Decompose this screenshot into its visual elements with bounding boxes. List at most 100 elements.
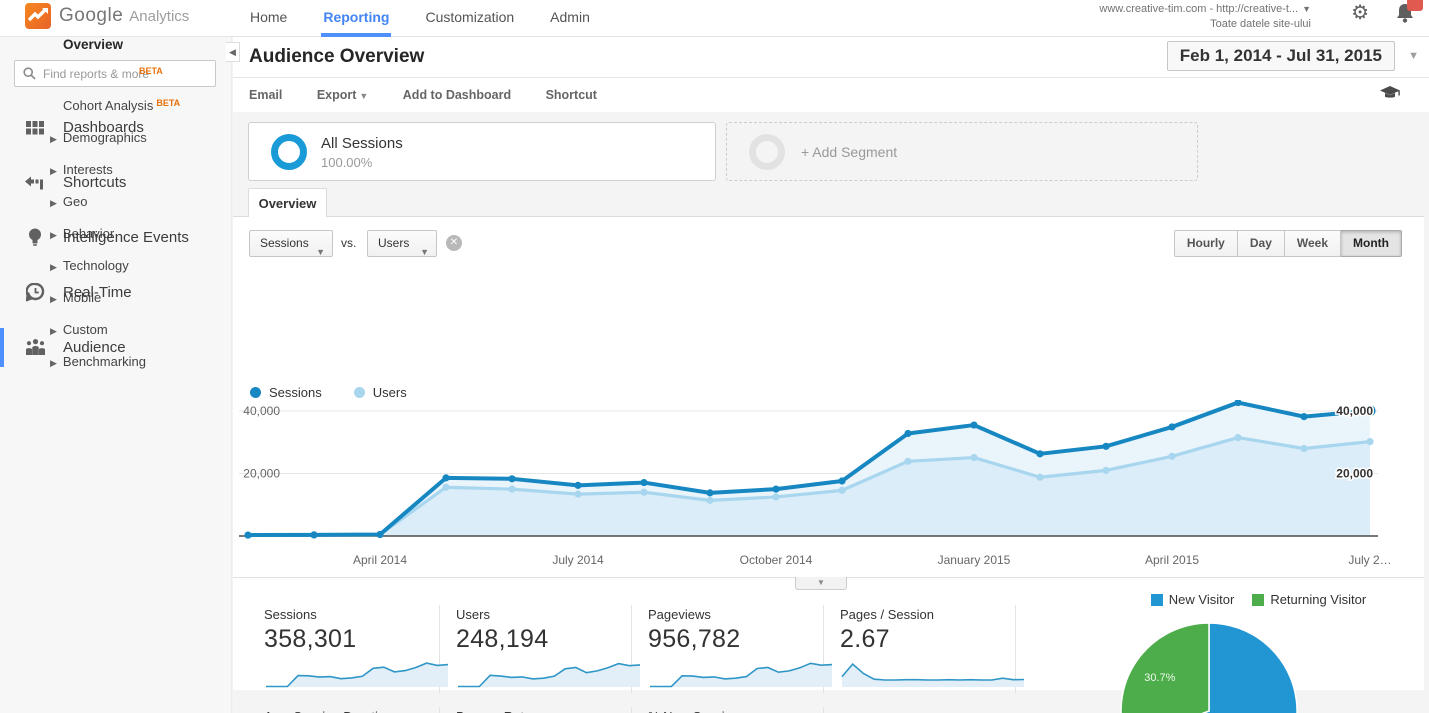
sidebar-item-audience[interactable]: Audience	[0, 320, 232, 375]
shortcut-button[interactable]: Shortcut	[546, 78, 597, 112]
search-icon	[23, 67, 36, 80]
audience-icon	[24, 339, 46, 356]
metric-value: 358,301	[264, 625, 357, 653]
metric-value: 956,782	[648, 625, 741, 653]
granularity-button-hourly[interactable]: Hourly	[1173, 230, 1238, 257]
svg-text:20,000: 20,000	[243, 467, 280, 481]
svg-text:20,000: 20,000	[1336, 467, 1373, 481]
chart-legend: Sessions Users	[250, 385, 439, 400]
metric-label: % New Sessions	[648, 709, 823, 713]
chevron-down-icon: ▼	[316, 247, 325, 257]
primary-nav-tabs: Home Reporting Customization Admin	[248, 0, 624, 37]
dashboards-icon	[24, 119, 46, 137]
sidebar-item-label: Audience	[63, 339, 126, 356]
segment-donut-icon	[271, 134, 307, 170]
beta-badge: BETA	[156, 98, 181, 108]
export-button[interactable]: Export ▼	[317, 78, 369, 113]
nav-tab-home[interactable]: Home	[248, 0, 289, 37]
x-axis-label: January 2015	[937, 553, 1011, 567]
account-property: www.creative-tim.com - http://creative-t…	[1099, 3, 1299, 15]
svg-text:40,000: 40,000	[1336, 404, 1373, 418]
report-action-bar: Email Export ▼ Add to Dashboard Shortcut	[233, 78, 1429, 112]
svg-text:30.7%: 30.7%	[1144, 672, 1175, 684]
sidebar-item-label: Dashboards	[63, 119, 144, 136]
sidebar-item-label: Shortcuts	[63, 174, 127, 191]
granularity-button-week[interactable]: Week	[1284, 230, 1342, 257]
visitor-type-pie-chart[interactable]: 69.3%30.7%	[1118, 620, 1300, 713]
nav-tab-admin[interactable]: Admin	[548, 0, 592, 37]
report-search[interactable]	[14, 60, 216, 87]
shortcuts-icon	[24, 176, 46, 190]
metric-label: Users	[456, 607, 490, 622]
google-analytics-app: Google Analytics Home Reporting Customizat…	[0, 0, 1429, 713]
metric-card-avg-session-duration[interactable]: Avg. Session Duration00:02:20	[248, 707, 440, 713]
brand-text: Google	[59, 5, 124, 26]
sidebar-item-real-time[interactable]: Real-Time	[0, 265, 232, 320]
x-axis-label: April 2014	[352, 553, 408, 567]
metric-card-pages-session[interactable]: Pages / Session 2.67	[824, 605, 1025, 693]
tutorial-graduation-cap-icon[interactable]	[1379, 85, 1401, 106]
sidebar-item-intelligence-events[interactable]: Intelligence Events	[0, 210, 232, 265]
sidebar-item-dashboards[interactable]: Dashboards	[0, 100, 232, 155]
metric-sparkline	[458, 662, 641, 688]
metric-sparkline	[841, 662, 1025, 687]
legend-swatch-icon	[1252, 593, 1265, 606]
date-range-selector[interactable]: Feb 1, 2014 - Jul 31, 2015	[1166, 41, 1395, 71]
sidebar-collapse-button[interactable]: ◀	[226, 42, 240, 62]
notifications-bell-icon[interactable]	[1395, 0, 1423, 29]
segment-title: All Sessions	[321, 135, 403, 152]
realtime-icon	[24, 283, 46, 302]
pie-legend-item-new-visitor: New Visitor	[1150, 592, 1234, 607]
nav-tab-customization[interactable]: Customization	[423, 0, 516, 37]
sessions-users-chart[interactable]: 20,000 20,000 40,000 40,000	[233, 398, 1409, 552]
x-axis-label: July 2014	[552, 553, 604, 567]
granularity-button-day[interactable]: Day	[1237, 230, 1285, 257]
search-input[interactable]	[43, 66, 203, 81]
tab-overview[interactable]: Overview	[248, 188, 327, 217]
secondary-metric-select[interactable]: Users ▼	[367, 230, 437, 257]
metric-card--new-sessions[interactable]: % New Sessions69.27%	[632, 707, 824, 713]
notification-badge	[1407, 0, 1423, 11]
chart-collapse-handle[interactable]: ▼	[795, 577, 847, 590]
granularity-button-group: Hourly Day Week Month	[1173, 230, 1402, 257]
chart-x-axis: April 2014 July 2014 October 2014 January 2…	[233, 553, 1409, 569]
metric-card-users[interactable]: Users 248,194	[440, 605, 641, 693]
add-segment-donut-icon	[749, 134, 785, 170]
nav-tab-reporting[interactable]: Reporting	[321, 0, 392, 37]
metric-label: Pageviews	[648, 607, 711, 622]
metric-sparkline	[266, 662, 449, 688]
segment-percent: 100.00%	[321, 155, 373, 170]
report-header: Audience Overview Feb 1, 2014 - Jul 31, …	[233, 37, 1429, 78]
add-segment-button[interactable]: + Add Segment	[726, 122, 1198, 181]
primary-metric-select[interactable]: Sessions ▼	[249, 230, 333, 257]
email-button[interactable]: Email	[249, 78, 282, 112]
chevron-down-icon: ▼	[1302, 4, 1311, 14]
legend-item-users: Users	[353, 385, 407, 400]
x-axis-label: October 2014	[739, 553, 813, 567]
metric-sparkline	[650, 662, 833, 688]
product-text: Analytics	[129, 7, 190, 25]
account-view: Toate datele site-ului	[1210, 18, 1311, 30]
gear-icon[interactable]: ⚙	[1351, 0, 1369, 25]
metric-card-sessions[interactable]: Sessions 358,301	[248, 605, 449, 693]
sidebar-item-shortcuts[interactable]: Shortcuts	[0, 155, 232, 210]
metric-card-pageviews[interactable]: Pageviews 956,782	[632, 605, 833, 693]
add-to-dashboard-button[interactable]: Add to Dashboard	[403, 78, 511, 112]
legend-item-sessions: Sessions	[250, 385, 322, 400]
google-analytics-logo[interactable]: Google Analytics	[25, 3, 189, 29]
granularity-button-month[interactable]: Month	[1341, 230, 1402, 257]
date-range-caret-icon[interactable]: ▼	[1408, 50, 1419, 62]
metric-card-bounce-rate[interactable]: Bounce Rate48.80%	[440, 707, 632, 713]
sidebar-item-label: Intelligence Events	[63, 229, 189, 246]
account-selector[interactable]: www.creative-tim.com - http://creative-t…	[1099, 2, 1311, 32]
sidebar: Dashboards Shortcuts Intelligence Events Re…	[0, 37, 232, 713]
report-content: All Sessions 100.00% + Add Segment Overv…	[233, 112, 1429, 713]
sidebar-item-label: Real-Time	[63, 284, 132, 301]
metric-value: 2.67	[840, 625, 890, 653]
remove-metric-icon[interactable]: ✕	[446, 235, 462, 251]
x-axis-label: April 2015	[1144, 553, 1200, 567]
top-nav: Google Analytics Home Reporting Customizat…	[0, 0, 1429, 37]
metric-label: Avg. Session Duration	[264, 709, 439, 713]
segment-all-sessions[interactable]: All Sessions 100.00%	[248, 122, 716, 181]
vs-label: vs.	[341, 236, 357, 250]
